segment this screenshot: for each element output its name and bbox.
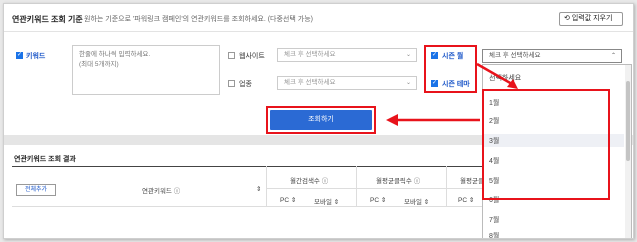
arrow-head-search bbox=[386, 114, 398, 126]
arrow-head-months bbox=[507, 79, 518, 89]
annotation-arrows bbox=[386, 62, 518, 126]
keyword-tool-panel: 연관키워드 조회 기준 원하는 기준으로 '파워링크 캠페인'의 연관키워드를 … bbox=[3, 3, 634, 239]
arrow-to-months bbox=[476, 62, 513, 86]
